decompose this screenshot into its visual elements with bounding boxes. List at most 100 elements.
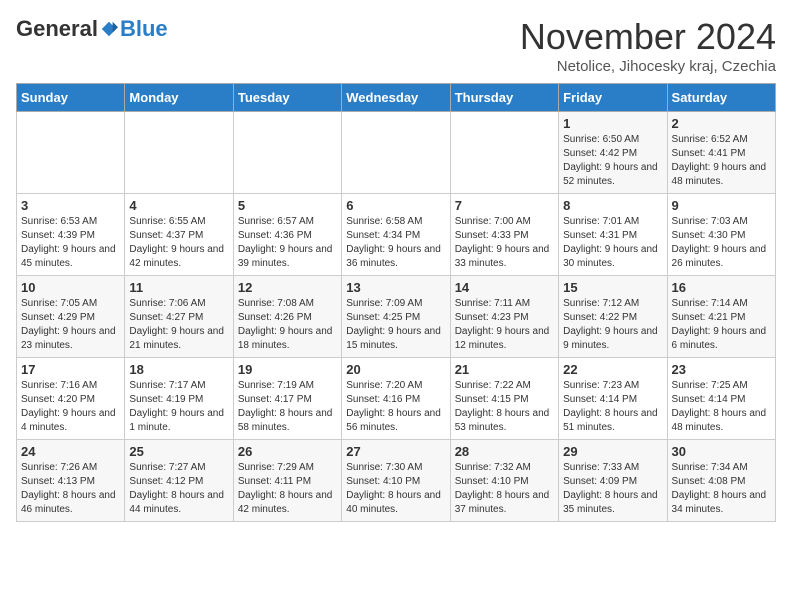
day-info: Sunrise: 7:23 AM Sunset: 4:14 PM Dayligh… [563,379,662,435]
day-number: 23 [672,362,771,377]
day-info: Sunrise: 7:14 AM Sunset: 4:21 PM Dayligh… [672,297,771,353]
day-number: 30 [672,444,771,459]
calendar-cell: 13 Sunrise: 7:09 AM Sunset: 4:25 PM Dayli… [342,276,450,358]
calendar-cell: 30 Sunrise: 7:34 AM Sunset: 4:08 PM Dayli… [667,440,775,522]
calendar-cell: 15Sunrise: 7:12 AM Sunset: 4:22 PM Dayli… [559,276,667,358]
day-number: 22 [563,362,662,377]
day-info: Sunrise: 7:25 AM Sunset: 4:14 PM Dayligh… [672,379,771,435]
day-number: 10 [21,280,120,295]
day-info: Sunrise: 7:26 AM Sunset: 4:13 PM Dayligh… [21,461,120,517]
day-info: Sunrise: 7:22 AM Sunset: 4:15 PM Dayligh… [455,379,554,435]
calendar-cell: 17 Sunrise: 7:16 AM Sunset: 4:20 PM Dayli… [17,358,125,440]
day-number: 9 [672,198,771,213]
day-number: 26 [238,444,337,459]
day-number: 21 [455,362,554,377]
day-number: 7 [455,198,554,213]
calendar-cell: 11Sunrise: 7:06 AM Sunset: 4:27 PM Dayli… [125,276,233,358]
day-info: Sunrise: 7:03 AM Sunset: 4:30 PM Dayligh… [672,215,771,271]
calendar-cell: 1 Sunrise: 6:50 AM Sunset: 4:42 PM Daylig… [559,112,667,194]
calendar-cell: 21 Sunrise: 7:22 AM Sunset: 4:15 PM Dayli… [450,358,558,440]
calendar-cell [450,112,558,194]
day-info: Sunrise: 7:01 AM Sunset: 4:31 PM Dayligh… [563,215,662,271]
header-day-tuesday: Tuesday [233,84,341,112]
day-number: 2 [672,116,771,131]
day-info: Sunrise: 7:05 AM Sunset: 4:29 PM Dayligh… [21,297,120,353]
day-number: 15 [563,280,662,295]
day-info: Sunrise: 7:32 AM Sunset: 4:10 PM Dayligh… [455,461,554,517]
calendar-cell [342,112,450,194]
logo-general-text: General [16,16,98,42]
calendar-cell: 29Sunrise: 7:33 AM Sunset: 4:09 PM Dayli… [559,440,667,522]
logo-blue-text: Blue [120,16,168,42]
day-number: 3 [21,198,120,213]
day-number: 29 [563,444,662,459]
day-info: Sunrise: 7:16 AM Sunset: 4:20 PM Dayligh… [21,379,120,435]
day-info: Sunrise: 6:55 AM Sunset: 4:37 PM Dayligh… [129,215,228,271]
calendar-title: November 2024 [520,16,776,58]
calendar-cell: 8 Sunrise: 7:01 AM Sunset: 4:31 PM Daylig… [559,194,667,276]
header-day-wednesday: Wednesday [342,84,450,112]
day-number: 1 [563,116,662,131]
header-day-thursday: Thursday [450,84,558,112]
week-row-4: 17 Sunrise: 7:16 AM Sunset: 4:20 PM Dayli… [17,358,776,440]
header-day-monday: Monday [125,84,233,112]
day-number: 4 [129,198,228,213]
calendar-cell: 6Sunrise: 6:58 AM Sunset: 4:34 PM Daylig… [342,194,450,276]
day-number: 13 [346,280,445,295]
day-number: 20 [346,362,445,377]
calendar-cell: 27 Sunrise: 7:30 AM Sunset: 4:10 PM Dayli… [342,440,450,522]
day-info: Sunrise: 7:08 AM Sunset: 4:26 PM Dayligh… [238,297,337,353]
header-day-sunday: Sunday [17,84,125,112]
day-info: Sunrise: 7:20 AM Sunset: 4:16 PM Dayligh… [346,379,445,435]
calendar-cell: 4 Sunrise: 6:55 AM Sunset: 4:37 PM Daylig… [125,194,233,276]
title-section: November 2024 Netolice, Jihocesky kraj, … [520,16,776,75]
day-info: Sunrise: 6:52 AM Sunset: 4:41 PM Dayligh… [672,133,771,189]
day-number: 18 [129,362,228,377]
week-row-1: 1 Sunrise: 6:50 AM Sunset: 4:42 PM Daylig… [17,112,776,194]
calendar-cell: 20 Sunrise: 7:20 AM Sunset: 4:16 PM Dayli… [342,358,450,440]
week-row-5: 24Sunrise: 7:26 AM Sunset: 4:13 PM Dayli… [17,440,776,522]
day-info: Sunrise: 7:11 AM Sunset: 4:23 PM Dayligh… [455,297,554,353]
calendar-cell [17,112,125,194]
page-header: General Blue November 2024 Netolice, Jih… [16,16,776,75]
calendar-cell: 2 Sunrise: 6:52 AM Sunset: 4:41 PM Daylig… [667,112,775,194]
day-info: Sunrise: 6:57 AM Sunset: 4:36 PM Dayligh… [238,215,337,271]
day-info: Sunrise: 7:00 AM Sunset: 4:33 PM Dayligh… [455,215,554,271]
day-info: Sunrise: 6:50 AM Sunset: 4:42 PM Dayligh… [563,133,662,189]
calendar-cell: 5Sunrise: 6:57 AM Sunset: 4:36 PM Daylig… [233,194,341,276]
calendar-cell: 12 Sunrise: 7:08 AM Sunset: 4:26 PM Dayli… [233,276,341,358]
calendar-cell: 19 Sunrise: 7:19 AM Sunset: 4:17 PM Dayli… [233,358,341,440]
day-number: 12 [238,280,337,295]
day-info: Sunrise: 7:30 AM Sunset: 4:10 PM Dayligh… [346,461,445,517]
week-row-3: 10 Sunrise: 7:05 AM Sunset: 4:29 PM Dayli… [17,276,776,358]
day-number: 8 [563,198,662,213]
week-row-2: 3 Sunrise: 6:53 AM Sunset: 4:39 PM Daylig… [17,194,776,276]
calendar-subtitle: Netolice, Jihocesky kraj, Czechia [520,58,776,75]
calendar-cell: 10 Sunrise: 7:05 AM Sunset: 4:29 PM Dayli… [17,276,125,358]
day-info: Sunrise: 6:53 AM Sunset: 4:39 PM Dayligh… [21,215,120,271]
day-info: Sunrise: 7:09 AM Sunset: 4:25 PM Dayligh… [346,297,445,353]
day-info: Sunrise: 7:34 AM Sunset: 4:08 PM Dayligh… [672,461,771,517]
day-number: 6 [346,198,445,213]
day-number: 17 [21,362,120,377]
header-day-friday: Friday [559,84,667,112]
day-info: Sunrise: 7:27 AM Sunset: 4:12 PM Dayligh… [129,461,228,517]
header-day-saturday: Saturday [667,84,775,112]
day-number: 11 [129,280,228,295]
day-info: Sunrise: 7:17 AM Sunset: 4:19 PM Dayligh… [129,379,228,435]
calendar-cell [125,112,233,194]
day-number: 19 [238,362,337,377]
calendar-cell: 14 Sunrise: 7:11 AM Sunset: 4:23 PM Dayli… [450,276,558,358]
calendar-cell: 7 Sunrise: 7:00 AM Sunset: 4:33 PM Daylig… [450,194,558,276]
calendar-cell: 9 Sunrise: 7:03 AM Sunset: 4:30 PM Daylig… [667,194,775,276]
day-number: 14 [455,280,554,295]
calendar-cell: 26 Sunrise: 7:29 AM Sunset: 4:11 PM Dayli… [233,440,341,522]
calendar-cell: 24Sunrise: 7:26 AM Sunset: 4:13 PM Dayli… [17,440,125,522]
calendar-cell [233,112,341,194]
day-number: 27 [346,444,445,459]
day-info: Sunrise: 7:29 AM Sunset: 4:11 PM Dayligh… [238,461,337,517]
calendar-cell: 18 Sunrise: 7:17 AM Sunset: 4:19 PM Dayli… [125,358,233,440]
day-info: Sunrise: 7:19 AM Sunset: 4:17 PM Dayligh… [238,379,337,435]
logo: General Blue [16,16,168,42]
calendar-cell: 22 Sunrise: 7:23 AM Sunset: 4:14 PM Dayli… [559,358,667,440]
